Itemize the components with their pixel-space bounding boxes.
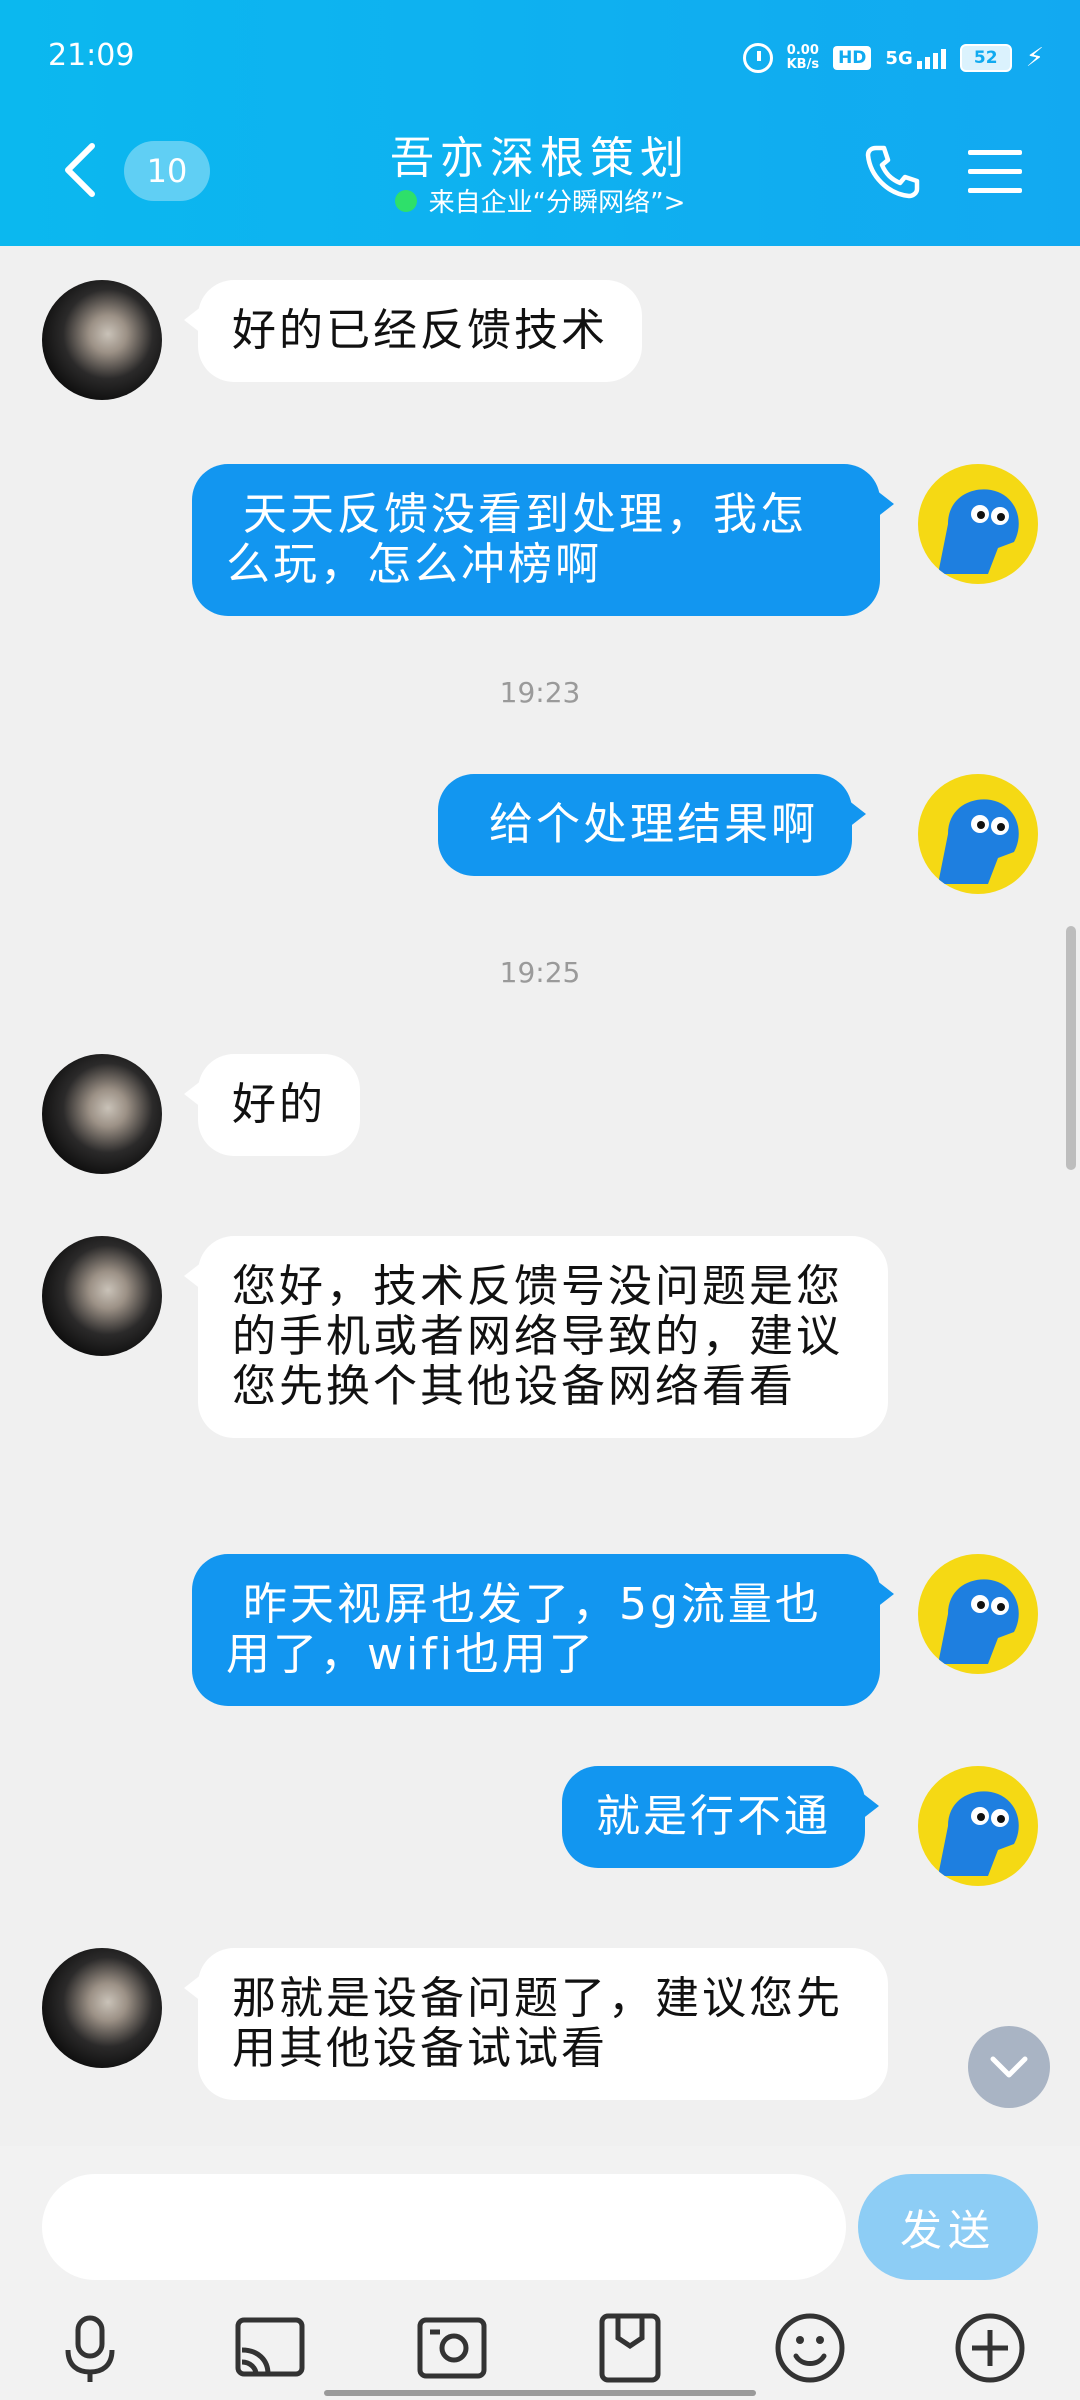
my-avatar[interactable] xyxy=(918,1766,1038,1886)
home-indicator[interactable] xyxy=(324,2390,756,2396)
scrollbar[interactable] xyxy=(1066,926,1076,1170)
my-avatar[interactable] xyxy=(918,774,1038,894)
my-avatar[interactable] xyxy=(918,1554,1038,1674)
phone-call-icon[interactable] xyxy=(860,140,924,204)
charging-icon: ⚡ xyxy=(1025,43,1044,73)
outgoing-message[interactable]: 昨天视屏也发了，5g流量也用了，wifi也用了 xyxy=(192,1554,894,1706)
message-list[interactable]: 好的已经反馈技术 天天反馈没看到处理，我怎么玩，怎么冲榜啊 19:23 给个处理… xyxy=(0,246,1080,2146)
menu-icon[interactable] xyxy=(966,146,1024,198)
hd-icon: HD xyxy=(833,46,872,70)
net-speed-value: 0.00 xyxy=(786,43,819,58)
outgoing-message[interactable]: 天天反馈没看到处理，我怎么玩，怎么冲榜啊 xyxy=(192,464,894,616)
contact-avatar[interactable] xyxy=(42,1236,162,1356)
battery-icon: 52 xyxy=(959,44,1012,72)
message-timestamp: 19:23 xyxy=(499,676,581,709)
microphone-icon[interactable] xyxy=(52,2310,128,2386)
status-icons: 0.00 KB/s HD 5G 52 ⚡ xyxy=(742,38,1044,78)
my-avatar[interactable] xyxy=(918,464,1038,584)
photo-icon[interactable] xyxy=(414,2310,490,2386)
company-source-label[interactable]: 来自企业“分瞬网络”> xyxy=(429,182,686,219)
alarm-icon xyxy=(742,43,773,73)
message-input[interactable] xyxy=(42,2174,846,2280)
incoming-message[interactable]: 那就是设备问题了，建议您先用其他设备试试看 xyxy=(184,1948,888,2100)
message-timestamp: 19:25 xyxy=(499,956,581,989)
online-status-icon xyxy=(394,189,417,212)
composer-toolbar xyxy=(0,2296,1080,2400)
emoji-icon[interactable] xyxy=(772,2310,848,2386)
chat-header: 21:09 0.00 KB/s HD 5G 52 ⚡ 10 吾亦深根策划 来自企… xyxy=(0,0,1080,246)
scroll-to-bottom-button[interactable] xyxy=(968,2026,1050,2108)
signal-icon: 5G xyxy=(885,47,946,69)
incoming-message[interactable]: 好的已经反馈技术 xyxy=(184,280,642,382)
outgoing-message[interactable]: 给个处理结果啊 xyxy=(438,774,866,876)
contact-avatar[interactable] xyxy=(42,280,162,400)
send-button[interactable]: 发送 xyxy=(858,2174,1038,2280)
composer: 发送 xyxy=(0,2146,1080,2400)
incoming-message[interactable]: 好的 xyxy=(184,1054,360,1156)
chevron-down-icon xyxy=(990,2056,1028,2078)
net-speed: 0.00 KB/s xyxy=(787,44,819,72)
contact-avatar[interactable] xyxy=(42,1054,162,1174)
plus-icon[interactable] xyxy=(952,2310,1028,2386)
contact-avatar[interactable] xyxy=(42,1948,162,2068)
status-time: 21:09 xyxy=(48,38,135,73)
net-speed-unit: KB/s xyxy=(786,57,820,72)
status-bar: 21:09 0.00 KB/s HD 5G 52 ⚡ xyxy=(0,0,1080,110)
network-type: 5G xyxy=(885,47,913,69)
incoming-message[interactable]: 您好，技术反馈号没问题是您的手机或者网络导致的，建议您先换个其他设备网络看看 xyxy=(184,1236,888,1438)
folder-icon[interactable] xyxy=(592,2310,668,2386)
screen-cast-icon[interactable] xyxy=(232,2310,308,2386)
outgoing-message[interactable]: 就是行不通 xyxy=(562,1766,879,1868)
